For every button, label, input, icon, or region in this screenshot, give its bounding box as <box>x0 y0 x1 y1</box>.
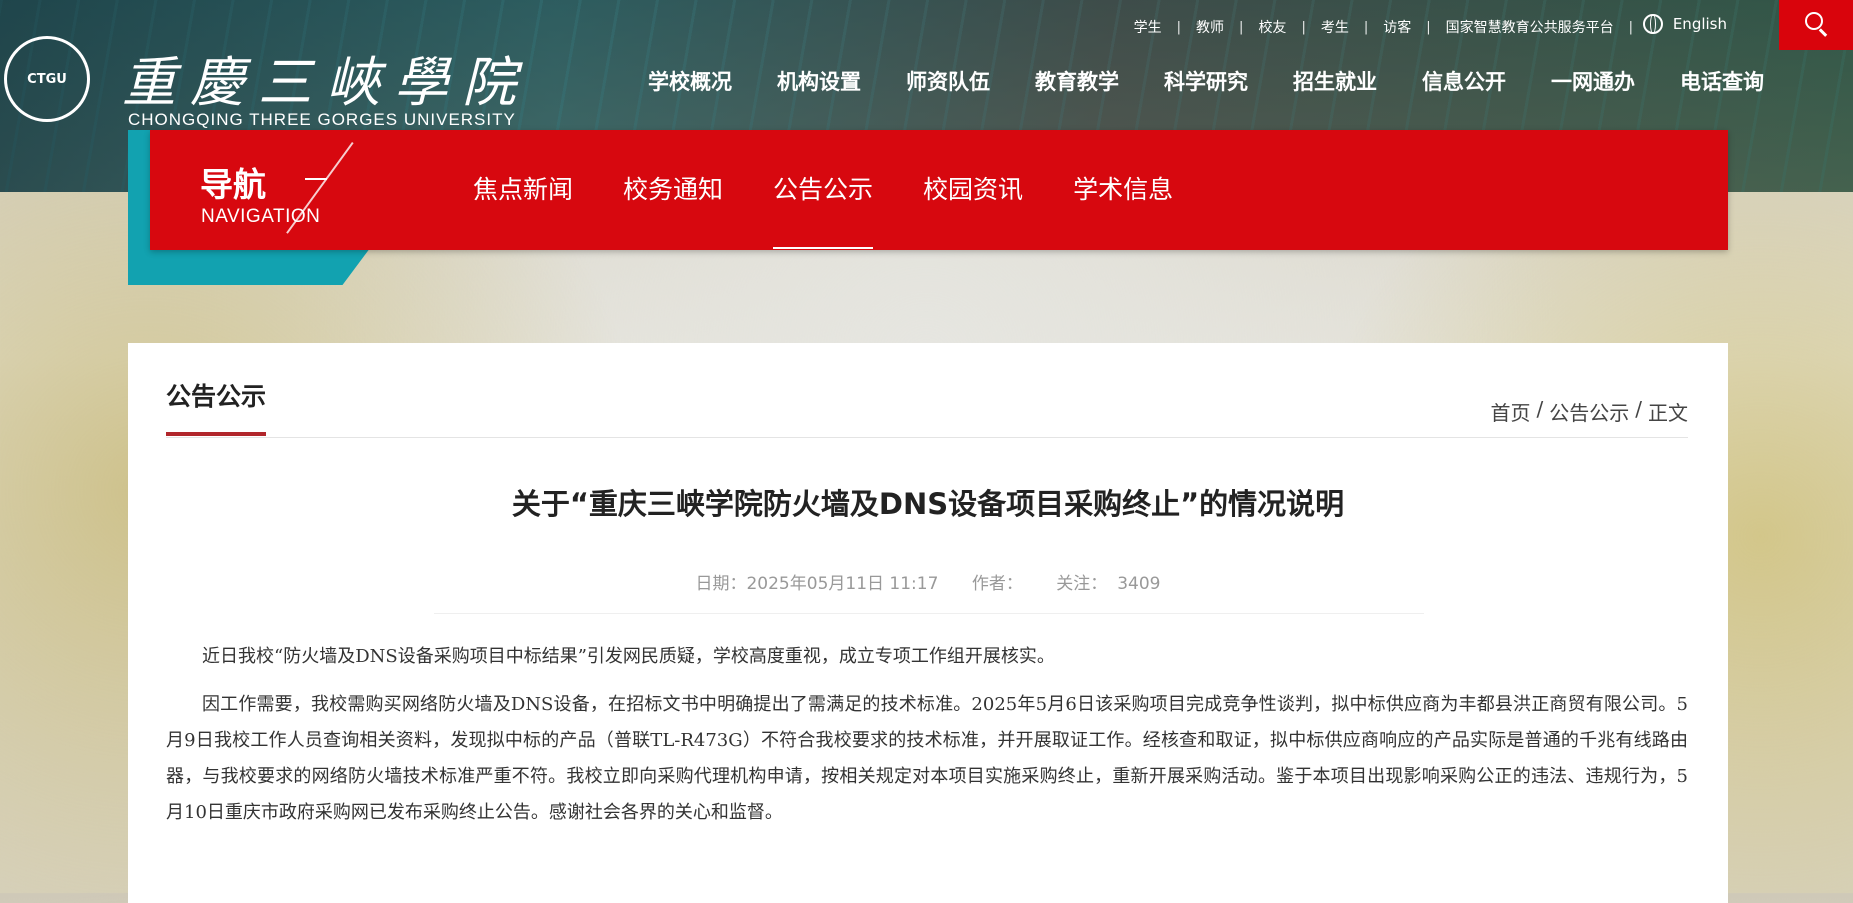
tab-focus-news[interactable]: 焦点新闻 <box>473 130 573 250</box>
main-nav-research[interactable]: 科学研究 <box>1164 66 1270 96</box>
divider <box>166 437 1688 438</box>
breadcrumb-current: 正文 <box>1648 401 1688 425</box>
university-seal: CTGU <box>4 36 90 122</box>
nav-label-cn: 导航 <box>200 165 266 204</box>
language-label: English <box>1672 15 1727 33</box>
meta-divider <box>434 613 1424 614</box>
util-link-teachers[interactable]: 教师 <box>1181 17 1239 37</box>
globe-icon <box>1642 14 1663 34</box>
main-nav-one-stop[interactable]: 一网通办 <box>1551 66 1657 96</box>
article-body: 近日我校“防火墙及DNS设备采购项目中标结果”引发网民质疑，学校高度重视，成立专… <box>166 639 1688 843</box>
article-author: 作者： <box>971 574 1023 594</box>
breadcrumb-separator: / <box>1635 397 1642 421</box>
article-panel: 公告公示 首页 / 公告公示 / 正文 关于“重庆三峡学院防火墙及DNS设备项目… <box>128 343 1728 903</box>
main-nav-education[interactable]: 教育教学 <box>1035 66 1141 96</box>
logo[interactable]: CTGU 重慶三峽學院 CHONGQING THREE GORGES UNIVE… <box>0 34 520 130</box>
util-link-alumni[interactable]: 校友 <box>1243 17 1301 37</box>
article-paragraph: 近日我校“防火墙及DNS设备采购项目中标结果”引发网民质疑，学校高度重视，成立专… <box>202 646 1055 667</box>
main-nav-about[interactable]: 学校概况 <box>648 66 754 96</box>
main-nav-faculty[interactable]: 师资队伍 <box>906 66 1012 96</box>
util-link-edu-platform[interactable]: 国家智慧教育公共服务平台 <box>1431 17 1629 37</box>
logo-text-cn: 重慶三峽學院 <box>122 51 530 114</box>
logo-text-en: CHONGQING THREE GORGES UNIVERSITY <box>128 110 516 129</box>
section-title: 公告公示 <box>166 382 267 411</box>
main-nav: 学校概况 机构设置 师资队伍 教育教学 科学研究 招生就业 信息公开 一网通办 … <box>648 66 1809 96</box>
search-button[interactable] <box>1779 0 1853 50</box>
language-switch[interactable]: English <box>1642 14 1727 34</box>
main-nav-organization[interactable]: 机构设置 <box>777 66 883 96</box>
article-date: 日期：2025年05月11日 11:17 <box>695 574 939 594</box>
util-link-applicants[interactable]: 考生 <box>1306 17 1364 37</box>
breadcrumb-home[interactable]: 首页 <box>1491 397 1531 426</box>
util-link-students[interactable]: 学生 <box>1119 17 1177 37</box>
article-meta: 日期：2025年05月11日 11:17 作者： 关注： 3409 <box>128 569 1728 594</box>
breadcrumb-announcements[interactable]: 公告公示 <box>1549 397 1629 426</box>
utility-nav: 学生 | 教师 | 校友 | 考生 | 访客 | 国家智慧教育公共服务平台 | <box>1119 16 1633 38</box>
article-views-label: 关注： <box>1056 574 1108 594</box>
breadcrumb: 首页 / 公告公示 / 正文 <box>1491 397 1689 426</box>
main-nav-admissions[interactable]: 招生就业 <box>1293 66 1399 96</box>
article-title: 关于“重庆三峡学院防火墙及DNS设备项目采购终止”的情况说明 <box>511 487 1345 521</box>
tab-academic-info[interactable]: 学术信息 <box>1073 130 1173 250</box>
section-nav: 导航 NAVIGATION 焦点新闻 校务通知 公告公示 校园资讯 学术信息 <box>150 130 1728 250</box>
main-nav-disclosure[interactable]: 信息公开 <box>1422 66 1528 96</box>
section-title-underline <box>166 432 266 436</box>
article-paragraph: 因工作需要，我校需购买网络防火墙及DNS设备，在招标文书中明确提出了需满足的技术… <box>166 694 1688 823</box>
main-nav-phone-directory[interactable]: 电话查询 <box>1680 66 1786 96</box>
breadcrumb-separator: / <box>1536 397 1544 421</box>
util-link-visitors[interactable]: 访客 <box>1368 17 1426 37</box>
article-views: 3409 <box>1117 574 1161 594</box>
tab-announcements[interactable]: 公告公示 <box>773 130 874 250</box>
tab-campus-info[interactable]: 校园资讯 <box>923 130 1023 250</box>
tab-school-notices[interactable]: 校务通知 <box>623 130 723 250</box>
